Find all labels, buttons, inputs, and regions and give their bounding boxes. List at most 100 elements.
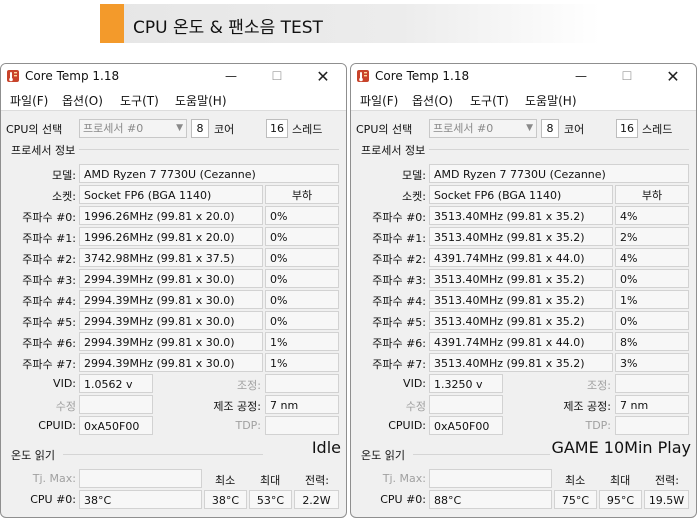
frequency-value-core-3: 2994.39MHz (99.81 x 30.0) — [79, 269, 263, 288]
frequency-value-core-4: 2994.39MHz (99.81 x 30.0) — [79, 290, 263, 309]
core-temp-app-icon — [6, 69, 20, 83]
frequency-label-core-3: 주파수 #3: — [22, 274, 76, 287]
vid-value: 1.3250 v — [429, 374, 503, 393]
processor-select[interactable]: 프로세서 #0 ▼ — [79, 119, 187, 138]
frequency-value-core-2: 4391.74MHz (99.81 x 44.0) — [429, 248, 613, 267]
tdp-label: TDP: — [585, 419, 611, 432]
tj-max-label: Tj. Max: — [32, 472, 76, 485]
max-header: 최대 — [260, 474, 281, 487]
banner: CPU 온도 & 팬소음 TEST — [100, 4, 600, 43]
tdp-value — [265, 416, 339, 435]
menu-file[interactable]: 파일(F) — [10, 92, 48, 109]
load-header: 부하 — [615, 185, 689, 204]
revision-label: 수정 — [405, 400, 426, 413]
load-value-core-5: 0% — [265, 311, 339, 330]
power-header: 전력: — [305, 474, 329, 487]
lithography-label: 제조 공정: — [563, 400, 611, 413]
menu-help[interactable]: 도움말(H) — [175, 92, 227, 109]
cpu0-label: CPU #0: — [380, 493, 426, 506]
vid-label: VID: — [403, 377, 426, 390]
menu-options[interactable]: 옵션(O) — [62, 92, 103, 109]
load-value-core-6: 1% — [265, 332, 339, 351]
cpuid-value: 0xA50F00 — [429, 416, 503, 435]
menu-file[interactable]: 파일(F) — [360, 92, 398, 109]
menu-bar: 파일(F) 옵션(O) 도구(T) 도움말(H) — [351, 89, 696, 111]
modulation-value — [615, 374, 689, 393]
thread-count: 16 — [266, 119, 288, 138]
frequency-value-core-3: 3513.40MHz (99.81 x 35.2) — [429, 269, 613, 288]
cpu0-power: 2.2W — [294, 490, 339, 509]
frequency-value-core-7: 3513.40MHz (99.81 x 35.2) — [429, 353, 613, 372]
close-button[interactable]: ✕ — [300, 64, 346, 89]
load-value-core-3: 0% — [615, 269, 689, 288]
min-header: 최소 — [215, 474, 236, 487]
model-value: AMD Ryzen 7 7730U (Cezanne) — [79, 164, 339, 183]
revision-label: 수정 — [55, 400, 76, 413]
cpu0-temperature: 88°C — [429, 490, 552, 509]
load-value-core-7: 3% — [615, 353, 689, 372]
window-title: Core Temp 1.18 — [25, 69, 120, 83]
modulation-label: 조정: — [587, 379, 611, 392]
vid-value: 1.0562 v — [79, 374, 153, 393]
core-count: 8 — [541, 119, 559, 138]
model-label: 모델: — [402, 169, 426, 182]
tj-max-value — [429, 469, 552, 488]
frequency-value-core-0: 3513.40MHz (99.81 x 35.2) — [429, 206, 613, 225]
cpu-select-label: CPU의 선택 — [356, 123, 413, 136]
menu-options[interactable]: 옵션(O) — [412, 92, 453, 109]
core-temp-window-idle: Core Temp 1.18 — ☐ ✕ 파일(F) 옵션(O) 도구(T) 도움말(H) CP… — [0, 63, 347, 518]
socket-label: 소켓: — [52, 190, 76, 203]
title-bar: Core Temp 1.18 — ☐ ✕ — [351, 64, 696, 89]
load-value-core-6: 8% — [615, 332, 689, 351]
frequency-label-core-5: 주파수 #5: — [372, 316, 426, 329]
frequency-label-core-0: 주파수 #0: — [372, 211, 426, 224]
menu-tools[interactable]: 도구(T) — [470, 92, 509, 109]
frequency-label-core-3: 주파수 #3: — [372, 274, 426, 287]
close-button[interactable]: ✕ — [650, 64, 696, 89]
socket-value: Socket FP6 (BGA 1140) — [429, 185, 613, 204]
minimize-button[interactable]: — — [558, 64, 604, 89]
load-value-core-1: 0% — [265, 227, 339, 246]
menu-tools[interactable]: 도구(T) — [120, 92, 159, 109]
cpu0-temperature: 38°C — [79, 490, 202, 509]
frequency-label-core-5: 주파수 #5: — [22, 316, 76, 329]
cpu0-power: 19.5W — [644, 490, 689, 509]
menu-help[interactable]: 도움말(H) — [525, 92, 577, 109]
max-header: 최대 — [610, 474, 631, 487]
frequency-value-core-4: 3513.40MHz (99.81 x 35.2) — [429, 290, 613, 309]
core-temp-app-icon — [356, 69, 370, 83]
frequency-value-core-6: 4391.74MHz (99.81 x 44.0) — [429, 332, 613, 351]
menu-bar: 파일(F) 옵션(O) 도구(T) 도움말(H) — [1, 89, 346, 111]
processor-select[interactable]: 프로세서 #0 ▼ — [429, 119, 537, 138]
frequency-value-core-1: 1996.26MHz (99.81 x 20.0) — [79, 227, 263, 246]
frequency-value-core-2: 3742.98MHz (99.81 x 37.5) — [79, 248, 263, 267]
core-temp-window-game: Core Temp 1.18 — ☐ ✕ 파일(F) 옵션(O) 도구(T) 도움말(H) CP… — [350, 63, 697, 518]
lithography-value: 7 nm — [265, 395, 339, 414]
frequency-label-core-6: 주파수 #6: — [372, 337, 426, 350]
chevron-down-icon: ▼ — [526, 123, 533, 133]
load-value-core-2: 4% — [615, 248, 689, 267]
load-value-core-0: 4% — [615, 206, 689, 225]
group-separator — [429, 149, 689, 150]
temperature-readings-heading: 온도 읽기 — [361, 449, 405, 462]
load-value-core-1: 2% — [615, 227, 689, 246]
cpu0-max-temperature: 53°C — [249, 490, 292, 509]
tj-max-value — [79, 469, 202, 488]
vid-label: VID: — [53, 377, 76, 390]
load-header: 부하 — [265, 185, 339, 204]
load-value-core-0: 0% — [265, 206, 339, 225]
cpuid-label: CPUID: — [388, 419, 426, 432]
model-value: AMD Ryzen 7 7730U (Cezanne) — [429, 164, 689, 183]
processor-select-value: 프로세서 #0 — [83, 122, 144, 135]
maximize-button[interactable]: ☐ — [604, 64, 650, 89]
maximize-button[interactable]: ☐ — [254, 64, 300, 89]
minimize-button[interactable]: — — [208, 64, 254, 89]
frequency-label-core-2: 주파수 #2: — [372, 253, 426, 266]
revision-value — [79, 395, 153, 414]
modulation-value — [265, 374, 339, 393]
power-header: 전력: — [655, 474, 679, 487]
modulation-label: 조정: — [237, 379, 261, 392]
processor-info-heading: 프로세서 정보 — [11, 144, 76, 157]
frequency-value-core-5: 2994.39MHz (99.81 x 30.0) — [79, 311, 263, 330]
frequency-label-core-4: 주파수 #4: — [22, 295, 76, 308]
